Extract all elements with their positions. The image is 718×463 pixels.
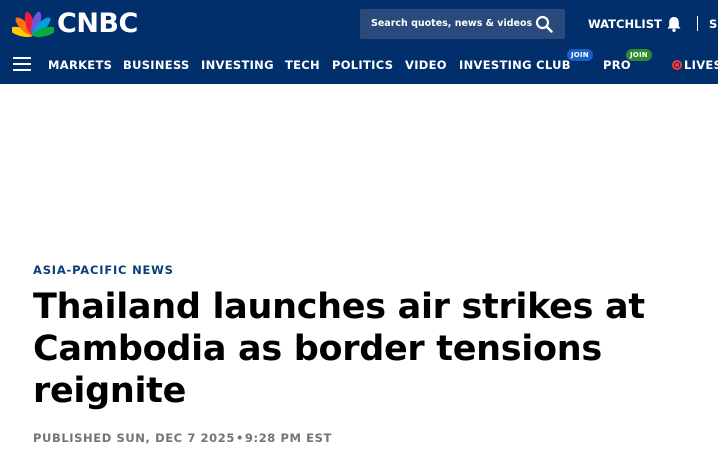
peacock-icon (12, 11, 54, 37)
article-timestamp: PUBLISHED SUN, DEC 7 2025•9:28 PM EST (33, 430, 332, 447)
logo-text: CNBC (57, 8, 138, 39)
article-headline: Thailand launches air strikes at Cambodi… (33, 287, 645, 411)
nav-item-investing-club[interactable]: INVESTING CLUB (459, 57, 571, 73)
nav-item-tech[interactable]: TECH (285, 57, 320, 73)
watchlist-label: WATCHLIST (588, 17, 662, 31)
investing-club-join-badge[interactable]: JOIN (567, 49, 593, 61)
watchlist-link[interactable]: WATCHLIST (588, 13, 683, 35)
bell-icon (667, 17, 681, 32)
nav-item-investing[interactable]: INVESTING (201, 57, 274, 73)
nav-item-politics[interactable]: POLITICS (332, 57, 393, 73)
published-date: PUBLISHED SUN, DEC 7 2025 (33, 431, 235, 445)
live-indicator-icon (672, 60, 682, 70)
nav-item-livestream[interactable]: LIVEST (684, 57, 718, 73)
published-time: 9:28 PM EST (244, 431, 332, 445)
sign-in-link[interactable]: S (709, 13, 717, 35)
search-box[interactable]: Search quotes, news & videos (360, 9, 565, 39)
header-divider (697, 16, 698, 31)
cnbc-logo[interactable]: CNBC (12, 8, 138, 40)
search-icon[interactable] (535, 15, 553, 33)
nav-item-markets[interactable]: MARKETS (48, 57, 112, 73)
nav-item-pro[interactable]: PRO (603, 57, 631, 73)
published-separator: • (235, 431, 244, 445)
article-section-link[interactable]: ASIA-PACIFIC NEWS (33, 262, 174, 278)
menu-icon[interactable] (13, 57, 31, 71)
pro-join-badge[interactable]: JOIN (626, 49, 652, 61)
site-header: CNBC Search quotes, news & videos WATCHL… (0, 0, 718, 84)
search-placeholder: Search quotes, news & videos (371, 18, 533, 29)
nav-item-video[interactable]: VIDEO (405, 57, 447, 73)
nav-item-business[interactable]: BUSINESS (123, 57, 190, 73)
